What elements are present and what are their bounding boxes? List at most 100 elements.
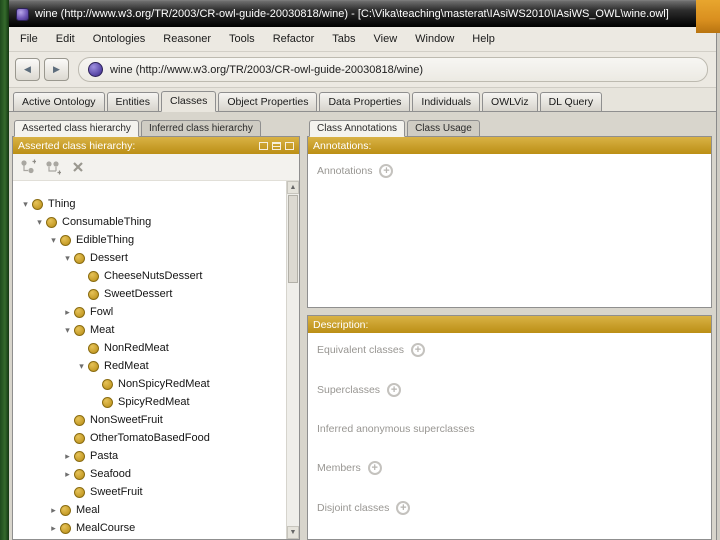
forward-button[interactable]: ▶ bbox=[44, 58, 69, 81]
class-name: EdibleThing bbox=[76, 234, 135, 246]
tab-individuals[interactable]: Individuals bbox=[412, 92, 481, 112]
tree-item-meat[interactable]: ▾ Meat bbox=[13, 321, 299, 339]
ontology-address: wine (http://www.w3.org/TR/2003/CR-owl-g… bbox=[110, 63, 424, 76]
tree-item-clipped[interactable]: ▸ bbox=[13, 537, 299, 539]
tab-dl-query[interactable]: DL Query bbox=[539, 92, 603, 112]
tab-object-properties[interactable]: Object Properties bbox=[218, 92, 318, 112]
menu-item-reasoner[interactable]: Reasoner bbox=[154, 29, 220, 49]
add-subclass-icon bbox=[21, 159, 36, 174]
class-icon bbox=[32, 198, 43, 210]
tree-item-ediblething[interactable]: ▾ EdibleThing bbox=[13, 231, 299, 249]
tree-item-fowl[interactable]: ▸ Fowl bbox=[13, 303, 299, 321]
tree-item-othertomatobasedfood[interactable]: OtherTomatoBasedFood bbox=[13, 429, 299, 447]
tree-item-cheesenutsdessert[interactable]: CheeseNutsDessert bbox=[13, 267, 299, 285]
tab-classes[interactable]: Classes bbox=[160, 91, 217, 112]
add-sibling-class-button[interactable] bbox=[42, 156, 64, 178]
annotations-box: Annotations: Annotations + bbox=[307, 136, 712, 308]
tab-class-usage[interactable]: Class Usage bbox=[407, 120, 480, 137]
protege-app-icon bbox=[16, 7, 29, 21]
add-disjoint-classes-button[interactable]: + bbox=[396, 501, 411, 515]
chevron-down-icon[interactable]: ▾ bbox=[75, 361, 88, 372]
tree-item-seafood[interactable]: ▸ Seafood bbox=[13, 465, 299, 483]
class-name: SpicyRedMeat bbox=[118, 396, 190, 408]
menu-item-tools[interactable]: Tools bbox=[220, 29, 264, 49]
chevron-right-icon[interactable]: ▸ bbox=[61, 451, 74, 462]
window-title: wine (http://www.w3.org/TR/2003/CR-owl-g… bbox=[35, 8, 669, 20]
scroll-up-button[interactable]: ▲ bbox=[287, 181, 299, 194]
tree-scrollbar[interactable]: ▲ ▼ bbox=[286, 181, 299, 539]
section-label: Equivalent classes bbox=[317, 344, 404, 356]
tree-item-pasta[interactable]: ▸ Pasta bbox=[13, 447, 299, 465]
class-icon bbox=[74, 252, 85, 264]
chevron-down-icon[interactable]: ▾ bbox=[61, 253, 74, 264]
asserted-hierarchy-header: Asserted class hierarchy: bbox=[13, 137, 299, 154]
chevron-down-icon[interactable]: ▾ bbox=[19, 199, 32, 210]
menu-item-ontologies[interactable]: Ontologies bbox=[84, 29, 155, 49]
tree-item-meal[interactable]: ▸ Meal bbox=[13, 501, 299, 519]
desktop-corner-patch bbox=[696, 0, 720, 33]
class-name: Pasta bbox=[90, 450, 119, 462]
menu-item-view[interactable]: View bbox=[365, 29, 407, 49]
tree-item-sweetdessert[interactable]: SweetDessert bbox=[13, 285, 299, 303]
ontology-address-bar[interactable]: wine (http://www.w3.org/TR/2003/CR-owl-g… bbox=[78, 57, 708, 82]
delete-class-icon bbox=[73, 162, 83, 172]
menu-item-refactor[interactable]: Refactor bbox=[264, 29, 324, 49]
tree-item-sweetfruit[interactable]: SweetFruit bbox=[13, 483, 299, 501]
protege-window: wine (http://www.w3.org/TR/2003/CR-owl-g… bbox=[9, 0, 717, 540]
panel-header-controls bbox=[259, 141, 294, 150]
description-title: Description: bbox=[313, 318, 369, 331]
class-name: SweetFruit bbox=[90, 486, 143, 498]
menu-item-help[interactable]: Help bbox=[463, 29, 504, 49]
menu-item-file[interactable]: File bbox=[11, 29, 47, 49]
class-icon bbox=[88, 270, 99, 282]
tree-item-nonredmeat[interactable]: NonRedMeat bbox=[13, 339, 299, 357]
tab-data-properties[interactable]: Data Properties bbox=[319, 92, 411, 112]
scroll-down-button[interactable]: ▼ bbox=[287, 526, 299, 539]
panel-maximize-icon[interactable] bbox=[259, 141, 268, 150]
add-equivalent-classes-button[interactable]: + bbox=[410, 343, 425, 357]
back-button[interactable]: ◀ bbox=[15, 58, 40, 81]
tree-item-dessert[interactable]: ▾ Dessert bbox=[13, 249, 299, 267]
delete-class-button[interactable] bbox=[67, 156, 89, 178]
toolbar: ◀ ▶ wine (http://www.w3.org/TR/2003/CR-o… bbox=[9, 52, 716, 88]
add-subclass-button[interactable] bbox=[17, 156, 39, 178]
menu-item-edit[interactable]: Edit bbox=[47, 29, 84, 49]
chevron-right-icon[interactable]: ▸ bbox=[47, 505, 60, 516]
tree-item-nonspicyredmeat[interactable]: NonSpicyRedMeat bbox=[13, 375, 299, 393]
tab-owlviz[interactable]: OWLViz bbox=[482, 92, 538, 112]
add-annotations-button[interactable]: + bbox=[379, 164, 394, 178]
tree-item-consumablething[interactable]: ▾ ConsumableThing bbox=[13, 213, 299, 231]
tree-item-mealcourse[interactable]: ▸ MealCourse bbox=[13, 519, 299, 537]
class-name: Meat bbox=[90, 324, 115, 336]
title-bar[interactable]: wine (http://www.w3.org/TR/2003/CR-owl-g… bbox=[9, 0, 716, 27]
chevron-down-icon[interactable]: ▾ bbox=[47, 235, 60, 246]
chevron-right-icon[interactable]: ▸ bbox=[61, 469, 74, 480]
tree-item-redmeat[interactable]: ▾ RedMeat bbox=[13, 357, 299, 375]
chevron-right-icon[interactable]: ▸ bbox=[47, 523, 60, 534]
section-label: Annotations bbox=[317, 165, 373, 177]
class-hierarchy-panel: Asserted class hierarchy Inferred class h… bbox=[12, 118, 300, 540]
tree-item-nonsweetfruit[interactable]: NonSweetFruit bbox=[13, 411, 299, 429]
scroll-thumb[interactable] bbox=[288, 195, 298, 283]
tree-item-spicyredmeat[interactable]: SpicyRedMeat bbox=[13, 393, 299, 411]
class-name: Fowl bbox=[90, 306, 114, 318]
chevron-down-icon[interactable]: ▾ bbox=[61, 325, 74, 336]
tab-asserted-class-hierarchy[interactable]: Asserted class hierarchy bbox=[14, 120, 139, 137]
annotations-content: Annotations + bbox=[308, 154, 711, 307]
tab-class-annotations[interactable]: Class Annotations bbox=[309, 120, 406, 137]
chevron-down-icon[interactable]: ▾ bbox=[33, 217, 46, 228]
tree-item-thing[interactable]: ▾ Thing bbox=[13, 195, 299, 213]
add-superclasses-button[interactable]: + bbox=[387, 383, 402, 397]
tab-entities[interactable]: Entities bbox=[106, 92, 159, 112]
add-members-button[interactable]: + bbox=[367, 461, 382, 475]
panel-menu-icon[interactable] bbox=[272, 141, 281, 150]
description-section: Description: Equivalent classes + Supercla… bbox=[307, 315, 712, 540]
tab-inferred-class-hierarchy[interactable]: Inferred class hierarchy bbox=[140, 120, 261, 137]
menu-item-tabs[interactable]: Tabs bbox=[323, 29, 364, 49]
menu-item-window[interactable]: Window bbox=[406, 29, 463, 49]
description-header: Description: bbox=[308, 316, 711, 333]
class-icon bbox=[88, 360, 99, 372]
panel-float-icon[interactable] bbox=[285, 141, 294, 150]
tab-active-ontology[interactable]: Active Ontology bbox=[13, 92, 105, 112]
chevron-right-icon[interactable]: ▸ bbox=[61, 307, 74, 318]
